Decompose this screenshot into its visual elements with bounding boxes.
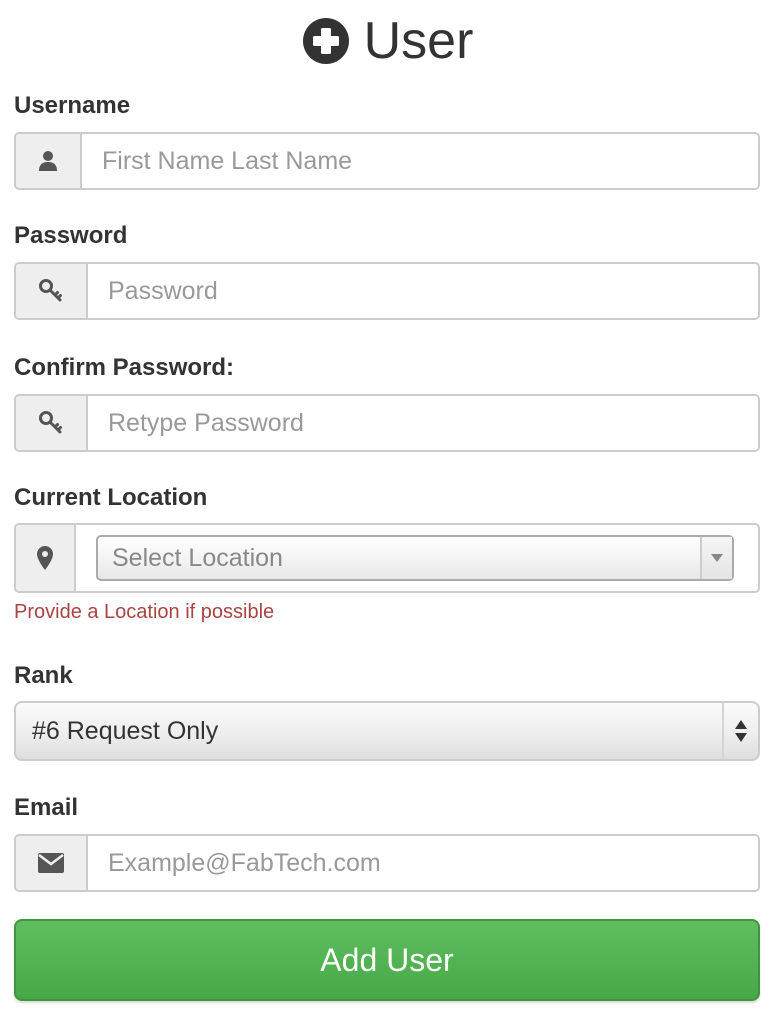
password-input-group xyxy=(14,262,760,320)
page-header: User xyxy=(0,10,775,72)
user-icon xyxy=(39,151,57,171)
username-field[interactable] xyxy=(82,134,758,188)
location-addon xyxy=(16,525,76,591)
email-input-group xyxy=(14,834,760,892)
location-help-text: Provide a Location if possible xyxy=(14,601,275,623)
key-icon xyxy=(39,279,62,302)
add-user-button[interactable]: Add User xyxy=(14,919,760,1001)
username-input-group xyxy=(14,132,760,190)
location-select-arrow[interactable] xyxy=(700,537,732,579)
password-field[interactable] xyxy=(88,264,758,318)
page-title: User xyxy=(363,12,474,70)
location-input-group: Select Location xyxy=(14,523,760,593)
password-addon xyxy=(16,264,88,318)
map-marker-icon xyxy=(37,546,53,570)
rank-select-arrows[interactable] xyxy=(722,703,758,759)
email-label: Email xyxy=(14,794,79,821)
confirm-password-field[interactable] xyxy=(88,396,758,450)
sort-arrows-icon xyxy=(735,720,747,742)
rank-select-value: #6 Request Only xyxy=(32,716,219,745)
email-field[interactable] xyxy=(88,836,758,890)
username-label: Username xyxy=(14,92,131,119)
chevron-down-icon xyxy=(711,554,723,562)
username-addon xyxy=(16,134,82,188)
key-icon xyxy=(39,411,62,434)
confirm-password-input-group xyxy=(14,394,760,452)
location-select-wrapper: Select Location xyxy=(76,525,758,591)
rank-label: Rank xyxy=(14,662,73,689)
confirm-password-label: Confirm Password: xyxy=(14,354,235,381)
location-select-value: Select Location xyxy=(112,543,283,572)
location-select[interactable]: Select Location xyxy=(96,535,734,581)
confirm-password-addon xyxy=(16,396,88,450)
plus-circle-icon xyxy=(302,18,349,64)
envelope-icon xyxy=(38,853,64,873)
rank-select[interactable]: #6 Request Only xyxy=(14,701,760,761)
password-label: Password xyxy=(14,222,128,249)
location-label: Current Location xyxy=(14,484,208,511)
email-addon xyxy=(16,836,88,890)
